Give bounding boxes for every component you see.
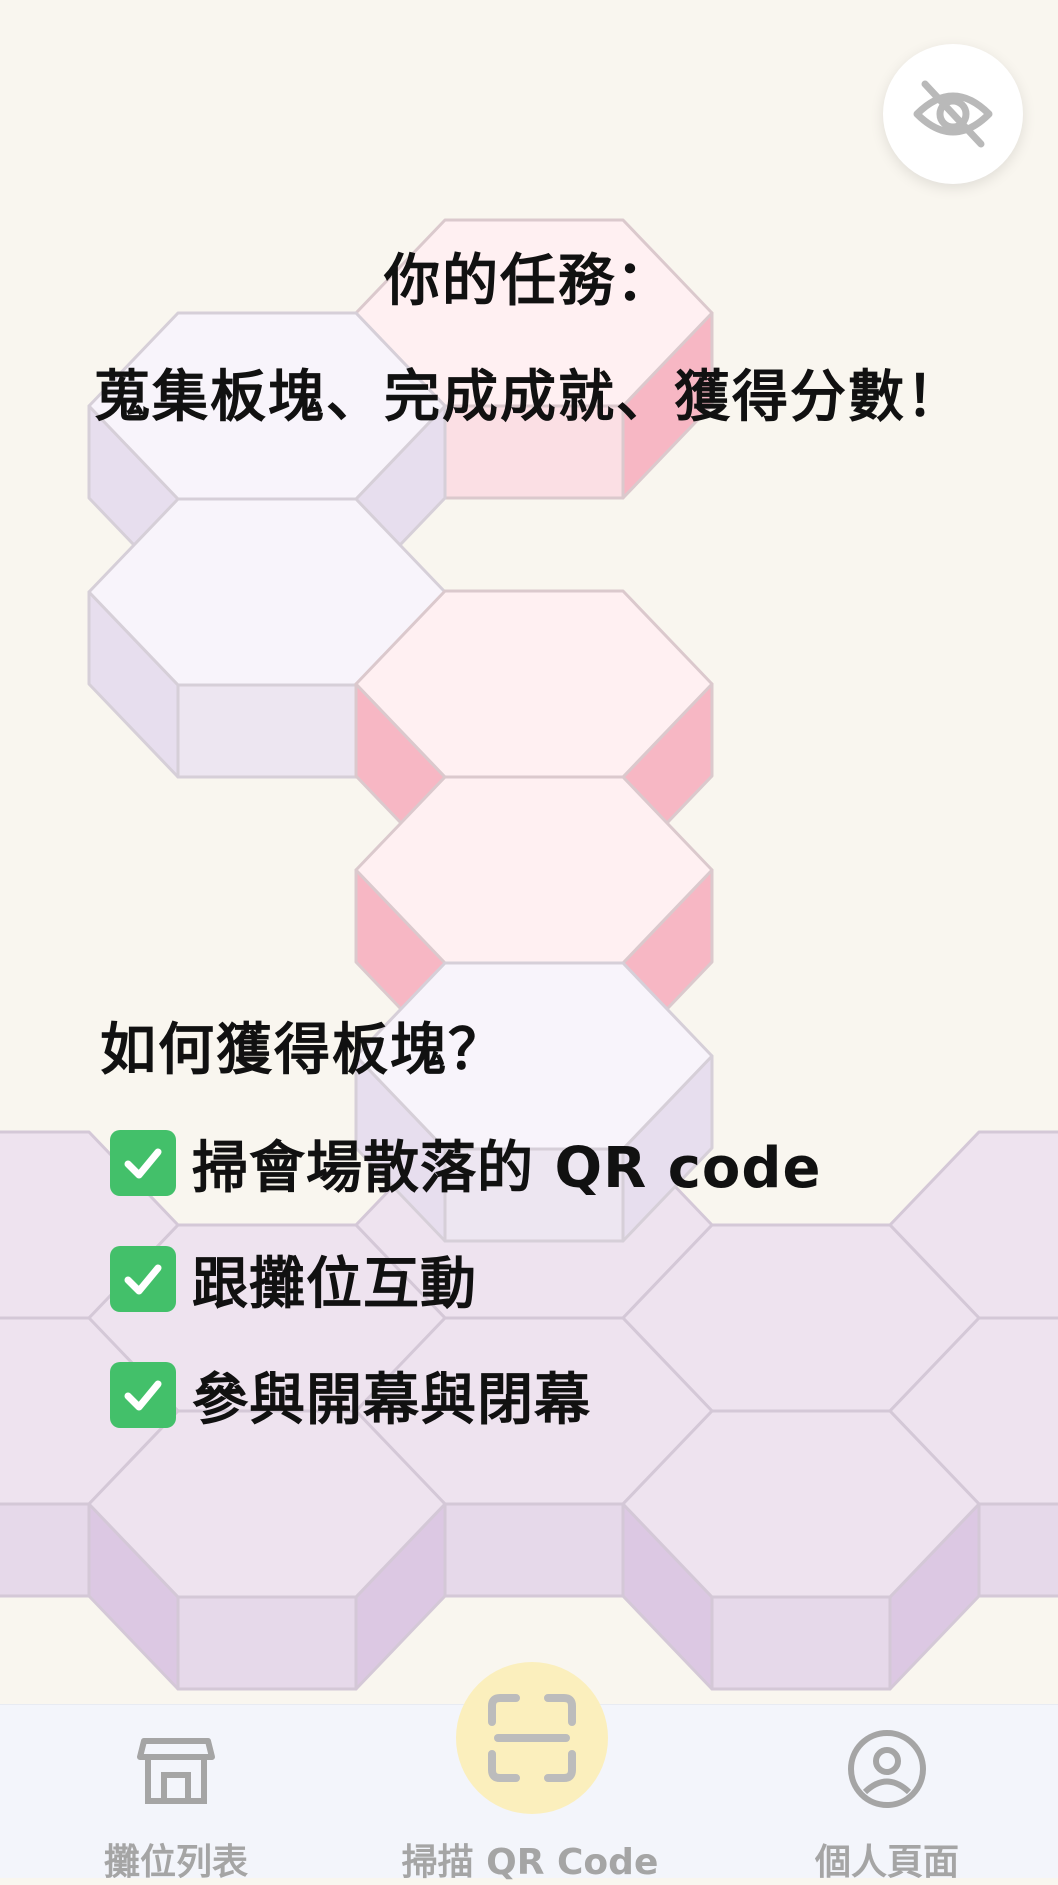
store-icon — [137, 1738, 215, 1804]
qr-scan-icon — [488, 1694, 576, 1782]
nav-item-booth-list[interactable]: 攤位列表 — [26, 1705, 326, 1883]
list-item: 掃會場散落的 QR code — [110, 1118, 821, 1208]
check-mark-icon — [110, 1130, 176, 1196]
list-item: 跟攤位互動 — [110, 1234, 821, 1324]
list-item-label: 跟攤位互動 — [192, 1251, 477, 1317]
scan-qr-button[interactable] — [456, 1662, 608, 1814]
list-item: 參與開幕與閉幕 — [110, 1350, 821, 1440]
user-circle-icon — [848, 1730, 926, 1808]
nav-label-profile: 個人頁面 — [814, 1842, 959, 1883]
check-mark-icon — [110, 1246, 176, 1312]
list-item-label: 掃會場散落的 QR code — [192, 1135, 822, 1201]
how-to-list: 掃會場散落的 QR code 跟攤位互動 參與開幕與閉幕 — [110, 1118, 821, 1466]
mission-subtitle: 蒐集板塊、完成成就、獲得分數！ — [94, 365, 964, 430]
nav-item-profile[interactable]: 個人頁面 — [737, 1705, 1037, 1883]
mission-title: 你的任務： — [384, 249, 674, 314]
list-item-label: 參與開幕與閉幕 — [192, 1367, 591, 1433]
eye-off-icon — [913, 80, 993, 148]
hide-overlay-button[interactable] — [883, 44, 1023, 184]
nav-label-booth-list: 攤位列表 — [103, 1842, 248, 1883]
how-to-get-tiles-title: 如何獲得板塊？ — [100, 1018, 506, 1083]
nav-label-scan-qr: 掃描 QR Code — [401, 1842, 659, 1883]
check-mark-icon — [110, 1362, 176, 1428]
